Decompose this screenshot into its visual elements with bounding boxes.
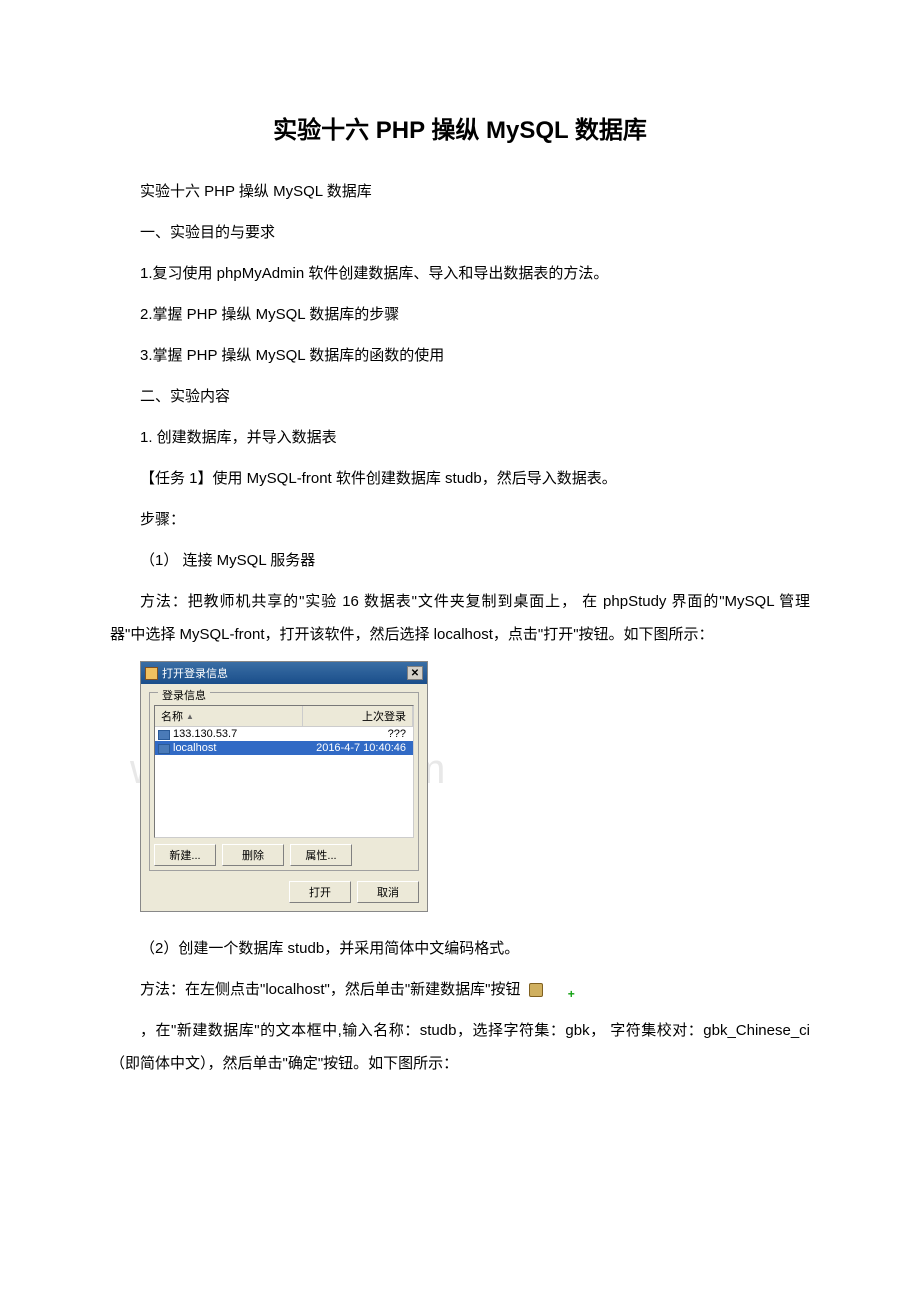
properties-button[interactable]: 属性... xyxy=(290,844,352,866)
new-button[interactable]: 新建... xyxy=(154,844,216,866)
fieldset-legend: 登录信息 xyxy=(158,687,210,703)
step-heading: （1） 连接 MySQL 服务器 xyxy=(110,544,810,577)
steps-label: 步骤： xyxy=(110,503,810,536)
new-database-icon: + xyxy=(528,981,546,999)
list-body: 133.130.53.7 ??? localhost 2016-4-7 10:4… xyxy=(155,727,413,837)
objective-item: 2.掌握 PHP 操纵 MySQL 数据库的步骤 xyxy=(110,298,810,331)
step-heading: （2）创建一个数据库 studb，并采用简体中文编码格式。 xyxy=(110,932,810,965)
section-heading: 一、实验目的与要求 xyxy=(110,216,810,249)
login-info-fieldset: 登录信息 名称 ▲ 上次登录 xyxy=(149,692,419,871)
close-icon[interactable]: ✕ xyxy=(407,666,423,680)
objective-item: 3.掌握 PHP 操纵 MySQL 数据库的函数的使用 xyxy=(110,339,810,372)
cancel-button[interactable]: 取消 xyxy=(357,881,419,903)
server-name: localhost xyxy=(173,742,216,754)
delete-button[interactable]: 删除 xyxy=(222,844,284,866)
server-icon xyxy=(158,744,170,754)
login-dialog: 打开登录信息 ✕ 登录信息 名称 ▲ 上次登录 xyxy=(140,661,428,912)
task-description: 【任务 1】使用 MySQL-front 软件创建数据库 studb，然后导入数… xyxy=(110,462,810,495)
dialog-screenshot: 打开登录信息 ✕ 登录信息 名称 ▲ 上次登录 xyxy=(140,661,810,912)
column-header-login[interactable]: 上次登录 xyxy=(303,706,413,726)
server-icon xyxy=(158,730,170,740)
dialog-app-icon xyxy=(145,667,158,680)
document-title: 实验十六 PHP 操纵 MySQL 数据库 xyxy=(110,110,810,145)
list-item[interactable]: localhost 2016-4-7 10:40:46 xyxy=(155,741,413,755)
subtitle-text: 实验十六 PHP 操纵 MySQL 数据库 xyxy=(110,175,810,208)
dialog-title-text: 打开登录信息 xyxy=(162,665,228,681)
dialog-title-area: 打开登录信息 xyxy=(145,665,228,681)
open-button[interactable]: 打开 xyxy=(289,881,351,903)
dialog-body: 登录信息 名称 ▲ 上次登录 xyxy=(141,684,427,911)
list-header: 名称 ▲ 上次登录 xyxy=(155,706,413,727)
last-login-value: ??? xyxy=(300,728,410,740)
document-content: 实验十六 PHP 操纵 MySQL 数据库 实验十六 PHP 操纵 MySQL … xyxy=(110,110,810,1080)
last-login-value: 2016-4-7 10:40:46 xyxy=(300,742,410,754)
connection-list: 名称 ▲ 上次登录 133.130.53.7 ??? xyxy=(154,705,414,838)
column-header-name[interactable]: 名称 ▲ xyxy=(155,706,303,726)
content-item: 1. 创建数据库，并导入数据表 xyxy=(110,421,810,454)
step-method: 方法：把教师机共享的"实验 16 数据表"文件夹复制到桌面上， 在 phpStu… xyxy=(110,585,810,651)
step-detail: ，在"新建数据库"的文本框中,输入名称：studb，选择字符集：gbk， 字符集… xyxy=(110,1014,810,1080)
step-method: 方法：在左侧点击"localhost"，然后单击"新建数据库"按钮 + xyxy=(110,973,810,1006)
objective-item: 1.复习使用 phpMyAdmin 软件创建数据库、导入和导出数据表的方法。 xyxy=(110,257,810,290)
server-name: 133.130.53.7 xyxy=(173,728,237,740)
section-heading: 二、实验内容 xyxy=(110,380,810,413)
dialog-action-buttons: 打开 取消 xyxy=(149,881,419,903)
fieldset-buttons: 新建... 删除 属性... xyxy=(154,844,414,866)
sort-ascending-icon: ▲ xyxy=(186,712,194,721)
dialog-titlebar: 打开登录信息 ✕ xyxy=(141,662,427,684)
list-item[interactable]: 133.130.53.7 ??? xyxy=(155,727,413,741)
